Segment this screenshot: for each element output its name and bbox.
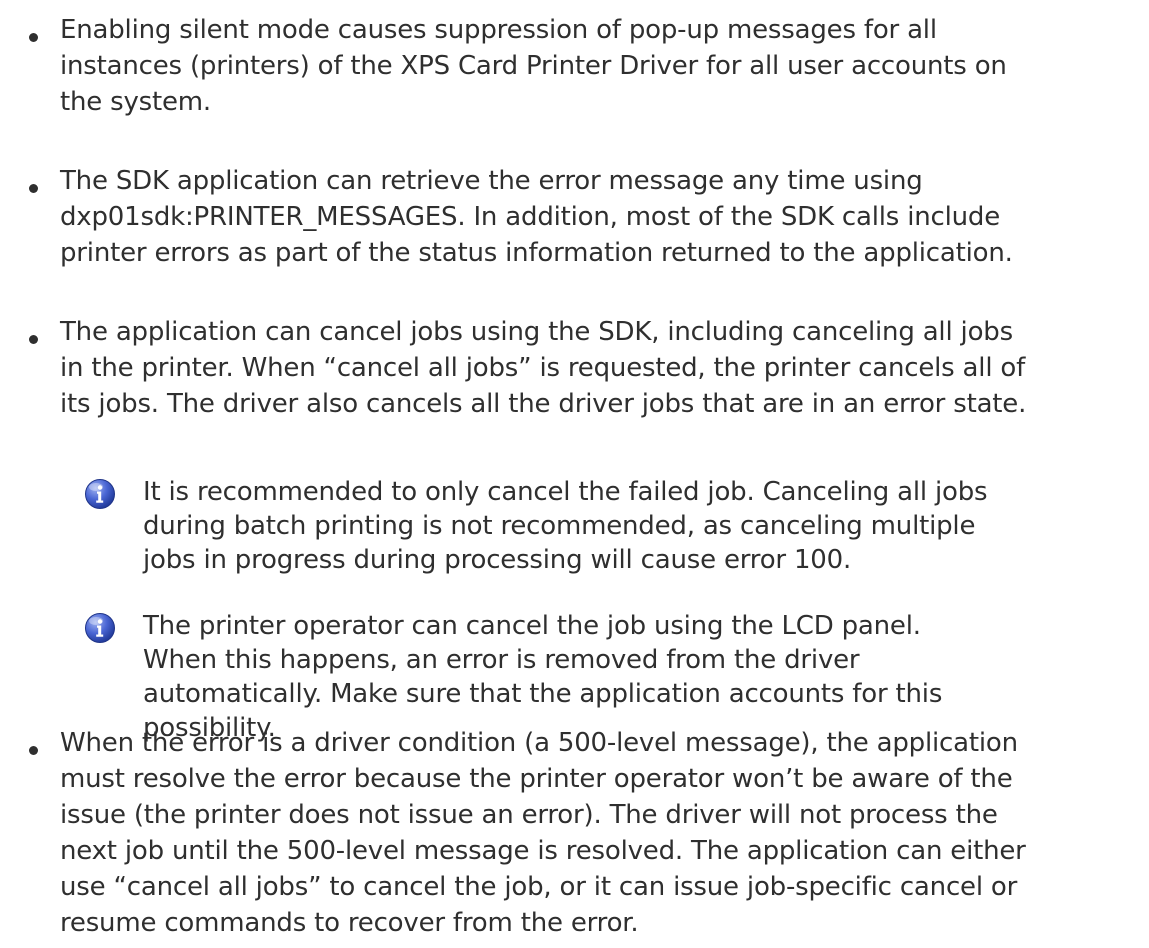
bullet-marker	[29, 746, 38, 755]
bullet-marker	[29, 33, 38, 42]
bullet-text: The application can cancel jobs using th…	[60, 317, 1027, 419]
bullet-text: The SDK application can retrieve the err…	[60, 166, 1013, 268]
bullet-text: When the error is a driver condition (a …	[60, 728, 1026, 938]
info-icon	[85, 613, 115, 643]
bullet-text: Enabling silent mode causes suppression …	[60, 15, 1007, 117]
document-page: Enabling silent mode causes suppression …	[0, 0, 1149, 948]
info-icon	[85, 479, 115, 509]
bullet-marker	[29, 335, 38, 344]
bullet-marker	[29, 184, 38, 193]
note-text: It is recommended to only cancel the fai…	[143, 477, 988, 575]
